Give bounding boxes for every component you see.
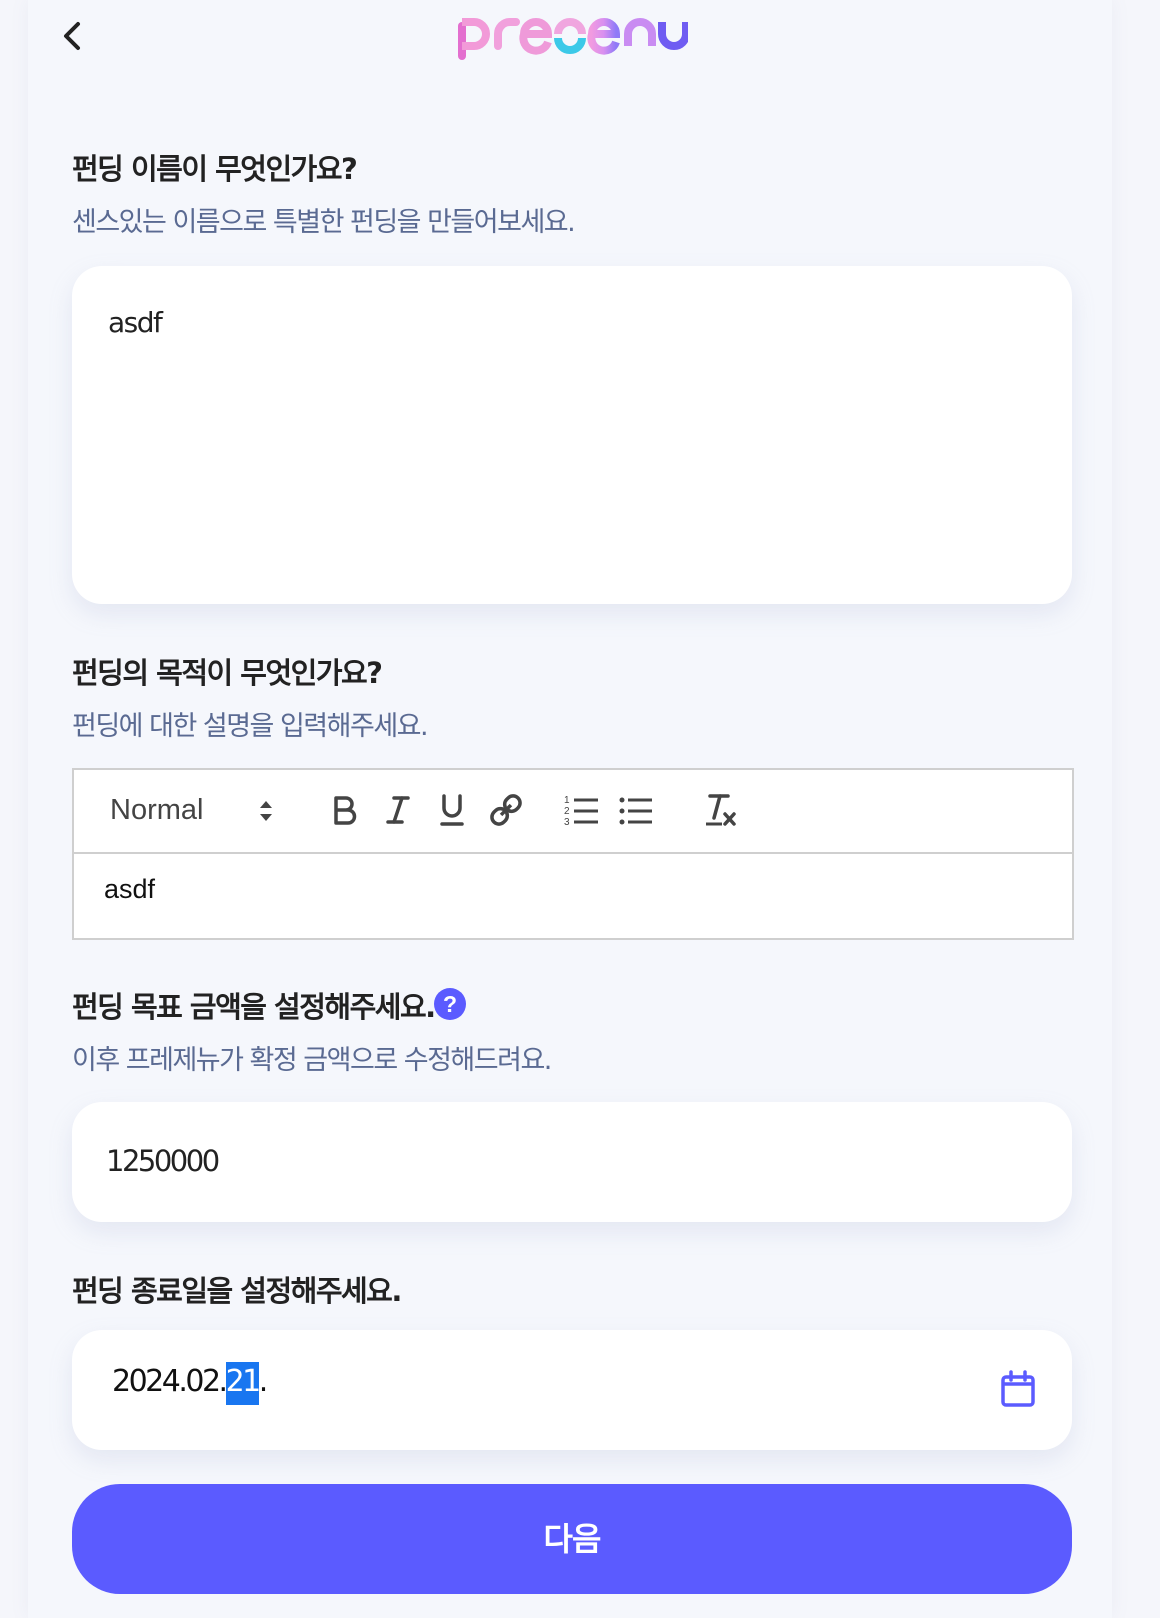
bullet-list-button[interactable] bbox=[616, 790, 656, 830]
header bbox=[0, 0, 1160, 80]
bold-icon bbox=[334, 796, 357, 825]
page: 펀딩 이름이 무엇인가요? 센스있는 이름으로 특별한 펀딩을 만들어보세요. … bbox=[0, 0, 1160, 1618]
editor-content[interactable]: asdf bbox=[104, 874, 155, 905]
name-question-subtitle: 센스있는 이름으로 특별한 펀딩을 만들어보세요. bbox=[72, 207, 576, 238]
svg-text:3: 3 bbox=[564, 817, 570, 828]
clear-format-button[interactable] bbox=[700, 790, 740, 830]
link-button[interactable] bbox=[486, 790, 526, 830]
purpose-question-title: 펀딩의 목적이 무엇인가요? bbox=[72, 656, 383, 690]
date-year-month: 2024.02. bbox=[112, 1364, 228, 1399]
next-button[interactable]: 다음 bbox=[72, 1484, 1072, 1594]
editor-toolbar: Normal 1 2 3 bbox=[74, 770, 1072, 854]
funding-name-value: asdf bbox=[108, 306, 163, 339]
back-button[interactable] bbox=[56, 18, 92, 54]
underline-button[interactable] bbox=[432, 790, 472, 830]
svg-text:1: 1 bbox=[564, 795, 570, 806]
end-date-value: 2024.02.21. bbox=[112, 1362, 269, 1405]
italic-button[interactable] bbox=[378, 790, 418, 830]
amount-question-subtitle: 이후 프레제뉴가 확정 금액으로 수정해드려요. bbox=[72, 1045, 552, 1076]
chevron-left-icon bbox=[64, 22, 80, 50]
underline-icon bbox=[440, 794, 464, 826]
svg-text:2: 2 bbox=[564, 806, 570, 817]
calendar-icon bbox=[1001, 1370, 1035, 1407]
help-icon[interactable]: ? bbox=[434, 988, 466, 1020]
date-suffix: . bbox=[258, 1364, 269, 1399]
clear-format-icon bbox=[706, 794, 736, 826]
ordered-list-button[interactable]: 1 2 3 bbox=[562, 790, 602, 830]
bullet-list-icon bbox=[619, 797, 652, 825]
name-question-title: 펀딩 이름이 무엇인가요? bbox=[72, 152, 358, 186]
format-select-value: Normal bbox=[110, 794, 204, 826]
ordered-list-icon: 1 2 3 bbox=[564, 795, 598, 828]
amount-question-title: 펀딩 목표 금액을 설정해주세요. bbox=[72, 990, 436, 1024]
end-date-input[interactable]: 2024.02.21. bbox=[72, 1330, 1072, 1450]
calendar-button[interactable] bbox=[1000, 1370, 1036, 1408]
funding-name-textarea[interactable]: asdf bbox=[72, 266, 1072, 604]
rich-text-editor: Normal 1 2 3 asdf bbox=[72, 768, 1074, 940]
link-icon bbox=[490, 794, 522, 826]
purpose-question-subtitle: 펀딩에 대한 설명을 입력해주세요. bbox=[72, 711, 429, 742]
amount-value: 1250000 bbox=[106, 1144, 220, 1178]
italic-icon bbox=[386, 796, 410, 824]
bold-button[interactable] bbox=[324, 790, 364, 830]
format-select[interactable]: Normal bbox=[108, 792, 276, 830]
date-day-selected: 21 bbox=[225, 1362, 261, 1405]
end-date-question-title: 펀딩 종료일을 설정해주세요. bbox=[72, 1274, 402, 1308]
amount-input[interactable]: 1250000 bbox=[72, 1102, 1072, 1222]
presenu-logo bbox=[458, 18, 688, 60]
select-arrows-icon bbox=[260, 801, 272, 821]
